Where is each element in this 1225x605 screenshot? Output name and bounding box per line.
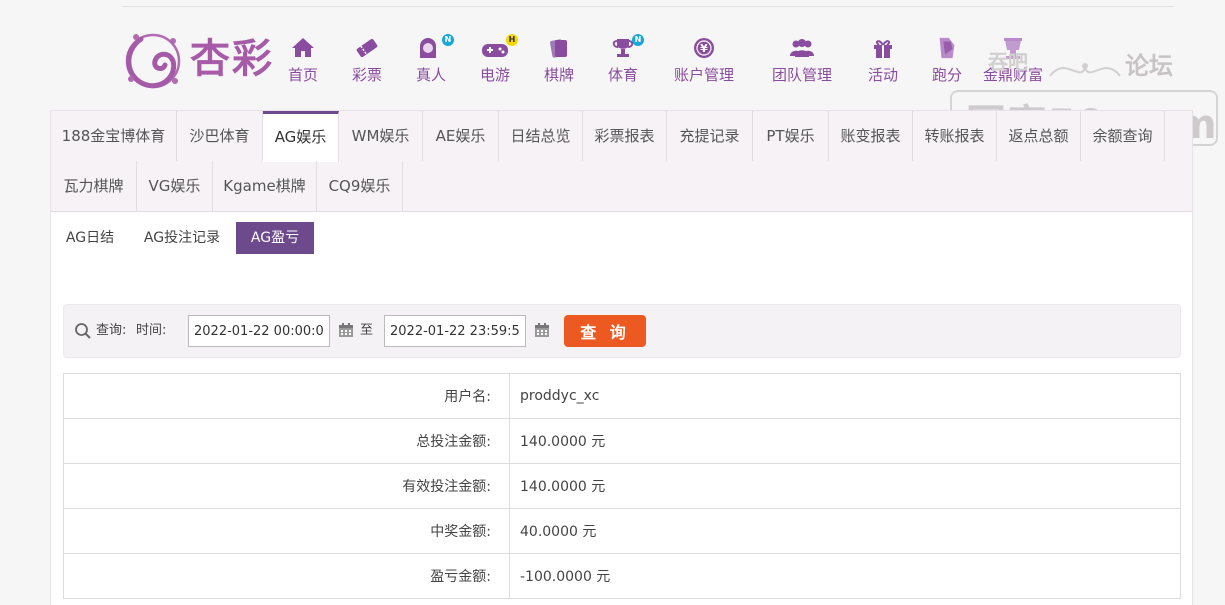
nav-activity-label: 活动 xyxy=(867,66,898,84)
team-icon xyxy=(790,39,814,57)
nav-live-badge: N xyxy=(442,34,454,46)
nav-wealth-label: 金鼎财富 xyxy=(982,66,1043,84)
report-tabs: 188金宝博体育 沙巴体育 AG娱乐 WM娱乐 AE娱乐 日结总览 彩票报表 充… xyxy=(51,111,1192,212)
total-bet-value: 140.0000 元 xyxy=(509,418,1181,464)
nav-sports-label: 体育 xyxy=(607,66,638,84)
lottery-ticket-icon xyxy=(356,38,378,58)
nav-live[interactable]: N 真人 xyxy=(412,34,454,86)
tab-cq9-entertainment[interactable]: CQ9娱乐 xyxy=(317,161,403,211)
query-label: 查询: xyxy=(96,323,127,338)
nav-lottery[interactable]: 彩票 xyxy=(348,36,386,86)
table-row: 盈亏金额: -100.0000 元 xyxy=(63,553,1181,599)
tab-wm-entertainment[interactable]: WM娱乐 xyxy=(339,111,423,161)
nav-run-label: 跑分 xyxy=(931,66,962,84)
search-icon xyxy=(75,323,91,339)
profit-loss-value: -100.0000 元 xyxy=(509,553,1181,599)
gift-icon xyxy=(874,40,892,58)
profit-loss-label: 盈亏金额: xyxy=(63,553,510,599)
valid-bet-value: 140.0000 元 xyxy=(509,463,1181,509)
query-button[interactable]: 查 询 xyxy=(564,315,646,347)
start-time-input[interactable] xyxy=(188,315,330,347)
table-row: 中奖金额: 40.0000 元 xyxy=(63,508,1181,554)
tab-ag-entertainment[interactable]: AG娱乐 xyxy=(263,111,339,162)
watermark-ornament-icon xyxy=(1049,63,1121,77)
tab-deposit-withdraw[interactable]: 充提记录 xyxy=(667,111,753,161)
nav-wealth[interactable]: 金鼎财富 xyxy=(978,36,1048,86)
nav-egame-label: 电游 xyxy=(479,66,510,84)
svg-text:¥: ¥ xyxy=(700,42,708,55)
to-label: 至 xyxy=(360,323,374,338)
nav-egame[interactable]: H 电游 xyxy=(476,34,518,86)
subtab-ag-bet-records[interactable]: AG投注记录 xyxy=(135,222,229,254)
tab-lottery-report[interactable]: 彩票报表 xyxy=(583,111,667,161)
tab-wali-chess[interactable]: 瓦力棋牌 xyxy=(51,161,137,211)
tab-balance-query[interactable]: 余额查询 xyxy=(1081,111,1165,161)
brand-name: 杏彩 xyxy=(190,35,274,82)
nav-activity[interactable]: 活动 xyxy=(864,36,902,86)
nav-egame-badge: H xyxy=(506,34,518,46)
watermark-line1: 论坛 xyxy=(1125,52,1173,80)
tab-transfer-report[interactable]: 转账报表 xyxy=(913,111,997,161)
nav-lottery-label: 彩票 xyxy=(351,66,382,84)
runner-icon xyxy=(939,37,955,59)
tab-balance-change[interactable]: 账变报表 xyxy=(829,111,913,161)
tab-vg-entertainment[interactable]: VG娱乐 xyxy=(137,161,213,211)
nav-team-label: 团队管理 xyxy=(771,66,832,84)
site-header: 杏彩 首页 彩票 N 真人 H 电游 棋牌 N 体育 ¥ 账户管理 团队管理 活… xyxy=(0,0,1225,148)
tab-saba-sports[interactable]: 沙巴体育 xyxy=(177,111,263,161)
subtab-ag-profit-loss[interactable]: AG盈亏 xyxy=(236,222,314,254)
query-bar: 查询: 时间: 至 查 询 xyxy=(63,304,1181,358)
time-label: 时间: xyxy=(136,323,167,338)
subtab-ag-daily[interactable]: AG日结 xyxy=(57,222,123,254)
tab-ae-entertainment[interactable]: AE娱乐 xyxy=(423,111,499,161)
nav-sports[interactable]: N 体育 xyxy=(604,34,644,86)
table-row: 有效投注金额: 140.0000 元 xyxy=(63,463,1181,509)
nav-chess[interactable]: 棋牌 xyxy=(540,36,578,86)
nav-chess-label: 棋牌 xyxy=(543,66,574,84)
yen-coin-icon: ¥ xyxy=(694,38,714,58)
calendar-icon[interactable] xyxy=(338,322,354,338)
username-label: 用户名: xyxy=(63,373,510,419)
tab-pt-entertainment[interactable]: PT娱乐 xyxy=(753,111,829,161)
end-time-input[interactable] xyxy=(384,315,526,347)
wealth-icon xyxy=(1004,38,1022,59)
valid-bet-label: 有效投注金额: xyxy=(63,463,510,509)
nav-account[interactable]: ¥ 账户管理 xyxy=(670,36,738,86)
nav-sports-badge: N xyxy=(632,34,644,46)
nav-team[interactable]: 团队管理 xyxy=(768,36,836,86)
nav-live-label: 真人 xyxy=(415,66,446,84)
tab-kgame-chess[interactable]: Kgame棋牌 xyxy=(213,161,317,211)
home-icon xyxy=(292,38,314,57)
nav-run[interactable]: 跑分 xyxy=(928,36,966,86)
nav-account-label: 账户管理 xyxy=(673,66,734,84)
username-value: proddyc_xc xyxy=(509,373,1181,419)
nav-home-label: 首页 xyxy=(287,66,318,84)
table-row: 总投注金额: 140.0000 元 xyxy=(63,418,1181,464)
table-row: 用户名: proddyc_xc xyxy=(63,373,1181,419)
calendar-icon[interactable] xyxy=(534,322,550,338)
nav-home[interactable]: 首页 xyxy=(284,36,322,86)
win-amount-value: 40.0000 元 xyxy=(509,508,1181,554)
cards-icon xyxy=(550,39,567,58)
report-panel: 188金宝博体育 沙巴体育 AG娱乐 WM娱乐 AE娱乐 日结总览 彩票报表 充… xyxy=(50,110,1193,605)
profit-loss-table: 用户名: proddyc_xc 总投注金额: 140.0000 元 有效投注金额… xyxy=(63,373,1181,599)
tab-rebate-total[interactable]: 返点总额 xyxy=(997,111,1081,161)
tab-daily-overview[interactable]: 日结总览 xyxy=(499,111,583,161)
win-amount-label: 中奖金额: xyxy=(63,508,510,554)
tab-188-sports[interactable]: 188金宝博体育 xyxy=(51,111,177,161)
total-bet-label: 总投注金额: xyxy=(63,418,510,464)
